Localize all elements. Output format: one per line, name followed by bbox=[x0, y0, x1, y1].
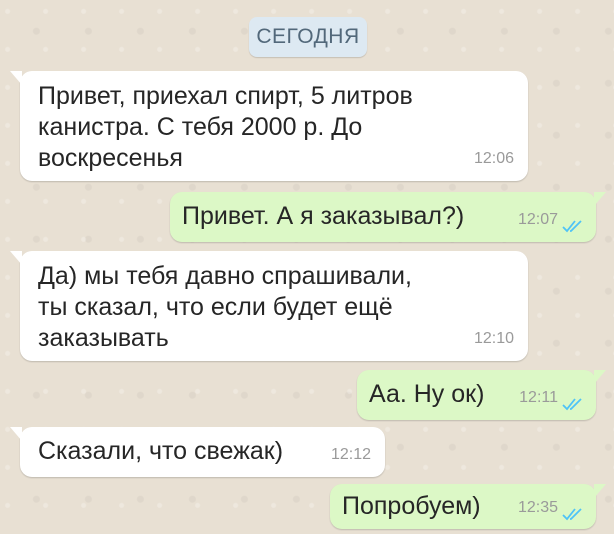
read-receipt-icon bbox=[562, 508, 582, 521]
message-time: 12:12 bbox=[330, 446, 371, 463]
message-text: Аа. Ну ок) bbox=[369, 380, 485, 408]
message-text: Попробуем) bbox=[342, 492, 481, 520]
message-bubble-outgoing[interactable]: Привет. А я заказывал?) 12:07 bbox=[170, 192, 606, 242]
message-text: Сказали, что свежак) bbox=[38, 437, 284, 465]
message-bubble-incoming[interactable]: Да) мы тебя давно спрашивали, ты сказал,… bbox=[10, 251, 528, 361]
message-bubble-outgoing[interactable]: Аа. Ну ок) 12:11 bbox=[357, 370, 606, 420]
read-receipt-icon bbox=[562, 220, 582, 233]
message-time: 12:10 bbox=[473, 330, 514, 347]
message-text: Привет. А я заказывал?) bbox=[182, 202, 465, 230]
read-receipt-icon bbox=[562, 398, 582, 411]
message-bubble-outgoing[interactable]: Попробуем) 12:35 bbox=[330, 484, 606, 529]
message-time: 12:06 bbox=[473, 150, 514, 167]
message-time: 12:35 bbox=[517, 499, 558, 516]
message-text: Привет, приехал спирт, 5 литров канистра… bbox=[38, 82, 413, 172]
message-bubble-incoming[interactable]: Привет, приехал спирт, 5 литров канистра… bbox=[10, 71, 528, 181]
message-bubble-incoming[interactable]: Сказали, что свежак) 12:12 bbox=[10, 427, 385, 477]
message-time: 12:11 bbox=[519, 389, 558, 406]
message-time: 12:07 bbox=[517, 211, 558, 228]
message-text: Да) мы тебя давно спрашивали, ты сказал,… bbox=[38, 262, 412, 352]
date-divider: СЕГОДНЯ bbox=[249, 17, 367, 57]
